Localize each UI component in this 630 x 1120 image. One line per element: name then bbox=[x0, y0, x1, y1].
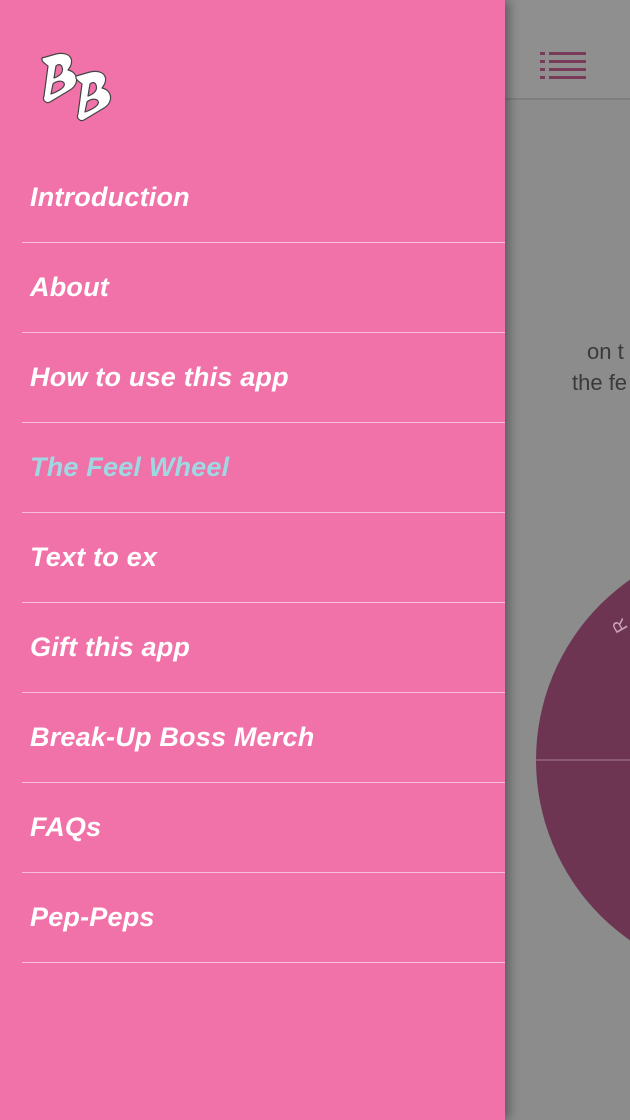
nav-item-label: FAQs bbox=[30, 812, 102, 842]
nav-item-label: How to use this app bbox=[30, 362, 289, 392]
nav-item-gift-this-app[interactable]: Gift this app bbox=[22, 603, 505, 693]
nav-item-how-to-use[interactable]: How to use this app bbox=[22, 333, 505, 423]
main-intro-text: on t the fe bbox=[560, 336, 630, 398]
hamburger-menu-icon[interactable] bbox=[540, 50, 586, 80]
main-text-line-1: on t bbox=[587, 339, 624, 364]
navigation-drawer: Introduction About How to use this app T… bbox=[0, 0, 505, 1120]
nav-item-label: Introduction bbox=[30, 182, 190, 212]
nav-item-pep-peps[interactable]: Pep-Peps bbox=[22, 873, 505, 963]
nav-item-label: About bbox=[30, 272, 109, 302]
nav-item-faqs[interactable]: FAQs bbox=[22, 783, 505, 873]
feel-wheel[interactable]: R bbox=[536, 540, 630, 980]
nav-item-merch[interactable]: Break-Up Boss Merch bbox=[22, 693, 505, 783]
main-text-line-2: the fe bbox=[572, 370, 628, 395]
nav-item-label: Pep-Peps bbox=[30, 902, 155, 932]
nav-item-text-to-ex[interactable]: Text to ex bbox=[22, 513, 505, 603]
nav-item-label: Text to ex bbox=[30, 542, 158, 572]
nav-item-introduction[interactable]: Introduction bbox=[22, 153, 505, 243]
bb-logo-icon bbox=[41, 52, 112, 122]
nav-item-label: Break-Up Boss Merch bbox=[30, 722, 315, 752]
nav-item-label: Gift this app bbox=[30, 632, 191, 662]
drawer-nav-list: Introduction About How to use this app T… bbox=[22, 153, 505, 963]
app-root: on t the fe R Introduction About How to … bbox=[0, 0, 630, 1120]
nav-item-about[interactable]: About bbox=[22, 243, 505, 333]
nav-item-feel-wheel[interactable]: The Feel Wheel bbox=[22, 423, 505, 513]
nav-item-label: The Feel Wheel bbox=[30, 452, 230, 482]
